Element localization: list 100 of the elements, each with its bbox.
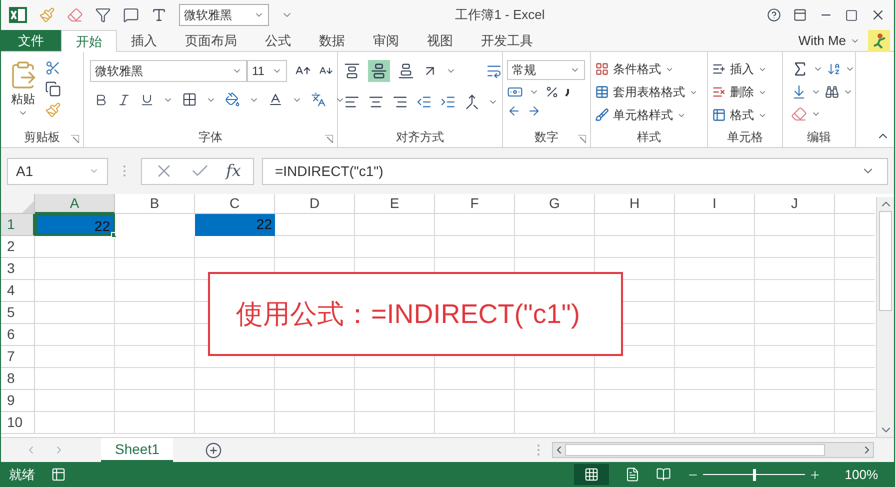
percent-icon[interactable] [545, 85, 559, 99]
dialog-launcher-icon[interactable] [71, 135, 79, 143]
eraser-icon[interactable] [67, 7, 83, 23]
row-header[interactable]: 2 [1, 236, 35, 258]
decrease-decimal-icon[interactable] [527, 104, 541, 118]
page-layout-icon[interactable] [624, 467, 640, 482]
increase-indent-icon[interactable] [440, 94, 456, 110]
row-header[interactable]: 6 [1, 324, 35, 346]
table-cell[interactable] [115, 214, 195, 236]
formula-field[interactable]: =INDIRECT("c1") [262, 158, 888, 184]
row-header[interactable]: 1 [1, 214, 35, 236]
column-header[interactable]: E [355, 194, 435, 214]
row-header[interactable]: 8 [1, 368, 35, 390]
vertical-scrollbar[interactable] [876, 197, 894, 437]
font-color-icon[interactable] [268, 92, 283, 107]
wrap-text-icon[interactable] [486, 63, 502, 79]
ribbon-tab[interactable]: 页面布局 [171, 30, 251, 51]
grip-icon[interactable] [537, 444, 540, 456]
styles-menu-button[interactable]: 单元格样式 [595, 106, 698, 124]
top-align-icon[interactable] [344, 63, 360, 79]
ribbon-tab[interactable]: 公式 [251, 30, 305, 51]
normal-view-icon[interactable] [584, 467, 599, 482]
page-break-icon[interactable] [656, 467, 671, 482]
styles-menu-button[interactable]: 套用表格格式 [595, 83, 698, 101]
zoom-slider[interactable] [702, 468, 805, 480]
column-header[interactable]: H [595, 194, 675, 214]
ribbon-tab[interactable]: 开发工具 [467, 30, 547, 51]
name-box[interactable]: A1 [7, 158, 108, 184]
column-header[interactable]: J [755, 194, 835, 214]
zoom-thumb[interactable] [752, 468, 756, 480]
row-header[interactable]: 4 [1, 280, 35, 302]
font-size-field[interactable]: 11 [247, 60, 287, 82]
merge-icon[interactable] [464, 94, 480, 110]
paste-button[interactable]: 粘贴 [5, 56, 41, 127]
font-dropdown[interactable]: 微软雅黑 [179, 4, 269, 26]
underline-icon[interactable] [140, 92, 154, 106]
row-header[interactable]: 10 [1, 412, 35, 434]
cells-menu-button[interactable]: 插入 [712, 60, 767, 78]
macro-record-icon[interactable] [51, 467, 66, 482]
font-name-field[interactable]: 微软雅黑 [90, 60, 247, 82]
cells-menu-button[interactable]: 删除 [712, 83, 767, 101]
column-header[interactable]: I [675, 194, 755, 214]
table-cell[interactable]: 22 [195, 214, 275, 236]
row-header[interactable]: 3 [1, 258, 35, 280]
styles-menu-button[interactable]: 条件格式 [595, 60, 698, 78]
clear-icon[interactable] [791, 106, 807, 122]
number-format-field[interactable]: 常规 [507, 60, 585, 80]
find-icon[interactable] [825, 85, 839, 99]
column-header[interactable]: C [195, 194, 275, 214]
help-icon[interactable] [767, 8, 781, 22]
avatar-icon[interactable] [868, 30, 890, 52]
filter-icon[interactable] [95, 7, 111, 23]
horizontal-scrollbar[interactable] [552, 442, 874, 458]
borders-icon[interactable] [182, 92, 197, 107]
align-left-icon[interactable] [344, 94, 360, 110]
row-header[interactable]: 7 [1, 346, 35, 368]
ribbon-tab[interactable]: 插入 [117, 30, 171, 51]
table-cell[interactable]: 22 [35, 214, 115, 236]
column-header[interactable]: G [515, 194, 595, 214]
grip-icon[interactable] [123, 165, 126, 177]
bold-icon[interactable] [94, 92, 108, 106]
group-label: 单元格 [727, 129, 763, 146]
zoom-in-icon[interactable] [808, 468, 821, 480]
dialog-launcher-icon[interactable] [325, 135, 333, 143]
sort-icon[interactable] [827, 62, 841, 76]
add-sheet-icon[interactable] [205, 442, 222, 458]
column-header[interactable]: D [275, 194, 355, 214]
align-center-icon[interactable] [368, 94, 384, 110]
sheet-tab[interactable]: Sheet1 [101, 438, 174, 462]
insert-function-button[interactable]: fx [226, 159, 241, 183]
align-right-icon[interactable] [392, 94, 408, 110]
column-header[interactable]: B [115, 194, 195, 214]
cells-menu-button[interactable]: 格式 [712, 106, 767, 124]
column-header[interactable]: A [35, 194, 115, 214]
ribbon-tab[interactable]: 数据 [305, 30, 359, 51]
ribbon-tab[interactable]: 审阅 [359, 30, 413, 51]
bottom-align-icon[interactable] [398, 63, 414, 79]
fill-color-icon[interactable] [225, 92, 240, 107]
zoom-level[interactable]: 100% [844, 464, 878, 484]
file-tab[interactable]: 文件 [1, 30, 61, 51]
italic-icon[interactable] [117, 92, 131, 106]
ribbon-tab[interactable]: 开始 [61, 30, 117, 52]
ribbon-display-icon[interactable] [793, 8, 807, 22]
ribbon-tab[interactable]: 视图 [413, 30, 467, 51]
cut-icon[interactable] [45, 60, 61, 76]
comma-style-icon[interactable] [565, 87, 571, 97]
row-header[interactable]: 9 [1, 390, 35, 412]
decrease-indent-icon[interactable] [416, 94, 432, 110]
maximize-icon[interactable] [845, 8, 858, 22]
phonetic-icon[interactable] [311, 92, 326, 107]
row-header[interactable]: 5 [1, 302, 35, 324]
increase-decimal-icon[interactable] [507, 104, 521, 118]
fill-icon[interactable] [791, 84, 807, 100]
font-color-icon[interactable] [151, 7, 167, 23]
account-name[interactable]: With Me [798, 30, 846, 50]
copy-icon[interactable] [45, 81, 61, 97]
dialog-launcher-icon[interactable] [578, 135, 586, 143]
middle-align-button[interactable] [368, 60, 390, 82]
column-header[interactable]: F [435, 194, 515, 214]
speech-bubble-icon[interactable] [123, 7, 139, 23]
